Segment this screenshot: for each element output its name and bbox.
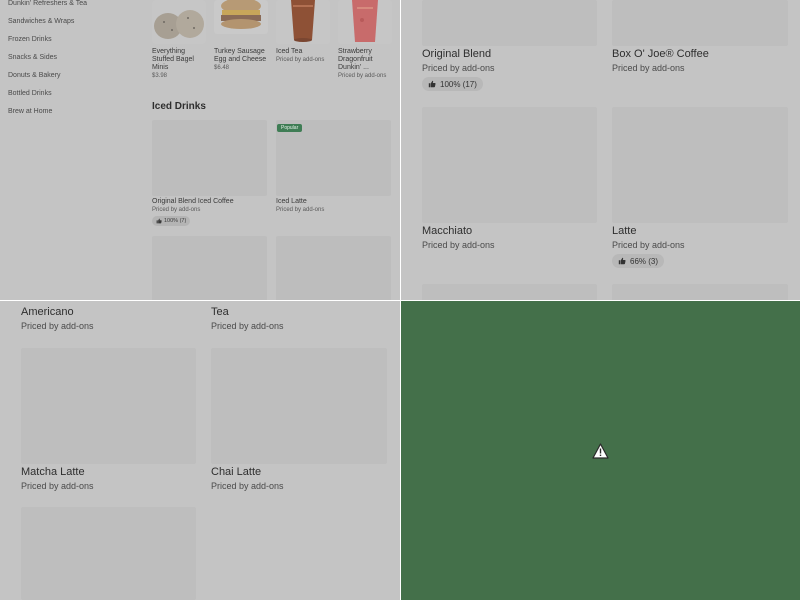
product-price: Priced by add-ons xyxy=(21,481,94,491)
refresher-image xyxy=(338,0,392,44)
product-price: Priced by add-ons xyxy=(211,481,284,491)
rating-text: 100% (7) xyxy=(164,218,187,224)
menu-panel-top-left: Dunkin' Refreshers & Tea Sandwiches & Wr… xyxy=(0,0,400,300)
thumbs-up-icon xyxy=(428,80,436,88)
product-card-placeholder[interactable] xyxy=(276,236,391,300)
thumbs-up-icon xyxy=(156,218,162,224)
rating-chip: 66% (3) xyxy=(612,254,665,268)
product-price: Priced by add-ons xyxy=(612,240,685,250)
product-card-matcha-latte[interactable] xyxy=(21,348,196,464)
rating-text: 100% (17) xyxy=(440,79,477,89)
sidebar-item-snacks[interactable]: Snacks & Sides xyxy=(8,54,57,61)
rating-chip: 100% (7) xyxy=(152,216,191,226)
product-card-original-blend[interactable] xyxy=(422,0,597,46)
popular-badge: Popular xyxy=(277,124,303,132)
product-name: Everything Stuffed Bagel Minis xyxy=(152,48,194,71)
product-card-placeholder[interactable] xyxy=(612,284,788,300)
product-card-placeholder[interactable] xyxy=(21,507,196,600)
product-card-placeholder[interactable] xyxy=(152,236,267,300)
sidebar-item-sandwiches[interactable]: Sandwiches & Wraps xyxy=(8,18,74,25)
product-price: Priced by add-ons xyxy=(612,63,685,73)
rating-chip: 100% (17) xyxy=(422,77,483,91)
product-price: Priced by add-ons xyxy=(21,321,94,331)
rating-text: 66% (3) xyxy=(630,256,659,266)
sidebar-item-frozen-drinks[interactable]: Frozen Drinks xyxy=(8,36,52,43)
iced-tea-image xyxy=(276,0,330,44)
product-price: $6.48 xyxy=(214,65,230,71)
product-card-placeholder[interactable] xyxy=(422,284,597,300)
product-name: Box O' Joe® Coffee xyxy=(612,48,709,60)
sidebar-item-refreshers[interactable]: Dunkin' Refreshers & Tea xyxy=(8,0,87,7)
product-card-latte[interactable] xyxy=(612,107,788,223)
product-name: Chai Latte xyxy=(211,466,262,478)
product-name: Turkey Sausage Egg and Cheese xyxy=(214,48,267,63)
sidebar-item-brew-at-home[interactable]: Brew at Home xyxy=(8,108,52,115)
product-name: Tea xyxy=(211,306,229,318)
product-name: Latte xyxy=(612,225,637,237)
product-card-macchiato[interactable] xyxy=(422,107,597,223)
product-card-chai-latte[interactable] xyxy=(211,348,387,464)
product-name: Strawberry Dragonfruit Dunkin' ... xyxy=(338,48,373,71)
product-price: Priced by add-ons xyxy=(422,240,495,250)
product-card-bagel-minis[interactable]: Everything Stuffed Bagel Minis $3.98 xyxy=(152,0,207,85)
product-card-strawberry-dragonfruit[interactable]: Strawberry Dragonfruit Dunkin' ... Price… xyxy=(338,0,394,85)
bagel-image xyxy=(152,0,206,44)
product-price: Priced by add-ons xyxy=(152,207,201,213)
product-name: Original Blend Iced Coffee xyxy=(152,198,234,205)
product-name: Matcha Latte xyxy=(21,466,85,478)
product-card-box-o-joe[interactable] xyxy=(612,0,788,46)
product-card-iced-tea[interactable]: Iced Tea Priced by add-ons xyxy=(276,0,332,70)
product-name: Iced Tea xyxy=(276,48,303,55)
product-card-original-blend-iced[interactable] xyxy=(152,120,267,196)
product-price: Priced by add-ons xyxy=(338,73,387,79)
sidebar-item-bottled-drinks[interactable]: Bottled Drinks xyxy=(8,90,52,97)
product-price: Priced by add-ons xyxy=(276,207,325,213)
warning-icon xyxy=(592,443,609,459)
thumbs-up-icon xyxy=(618,257,626,265)
product-price: Priced by add-ons xyxy=(211,321,284,331)
product-name: Iced Latte xyxy=(276,198,307,205)
product-name: Macchiato xyxy=(422,225,473,237)
product-price: Priced by add-ons xyxy=(422,63,495,73)
product-price: Priced by add-ons xyxy=(276,57,325,63)
section-title-iced-drinks: Iced Drinks xyxy=(152,101,206,112)
sidebar-item-donuts[interactable]: Donuts & Bakery xyxy=(8,72,61,79)
menu-panel-top-right: Original Blend Priced by add-ons 100% (1… xyxy=(401,0,800,300)
menu-panel-bottom-left: Americano Priced by add-ons Tea Priced b… xyxy=(0,301,400,600)
product-card-turkey-sausage[interactable]: Turkey Sausage Egg and Cheese $6.48 xyxy=(214,0,270,85)
product-name: Original Blend xyxy=(422,48,492,60)
product-name: Americano xyxy=(21,306,74,318)
sandwich-image xyxy=(214,0,268,34)
product-price: $3.98 xyxy=(152,73,168,79)
